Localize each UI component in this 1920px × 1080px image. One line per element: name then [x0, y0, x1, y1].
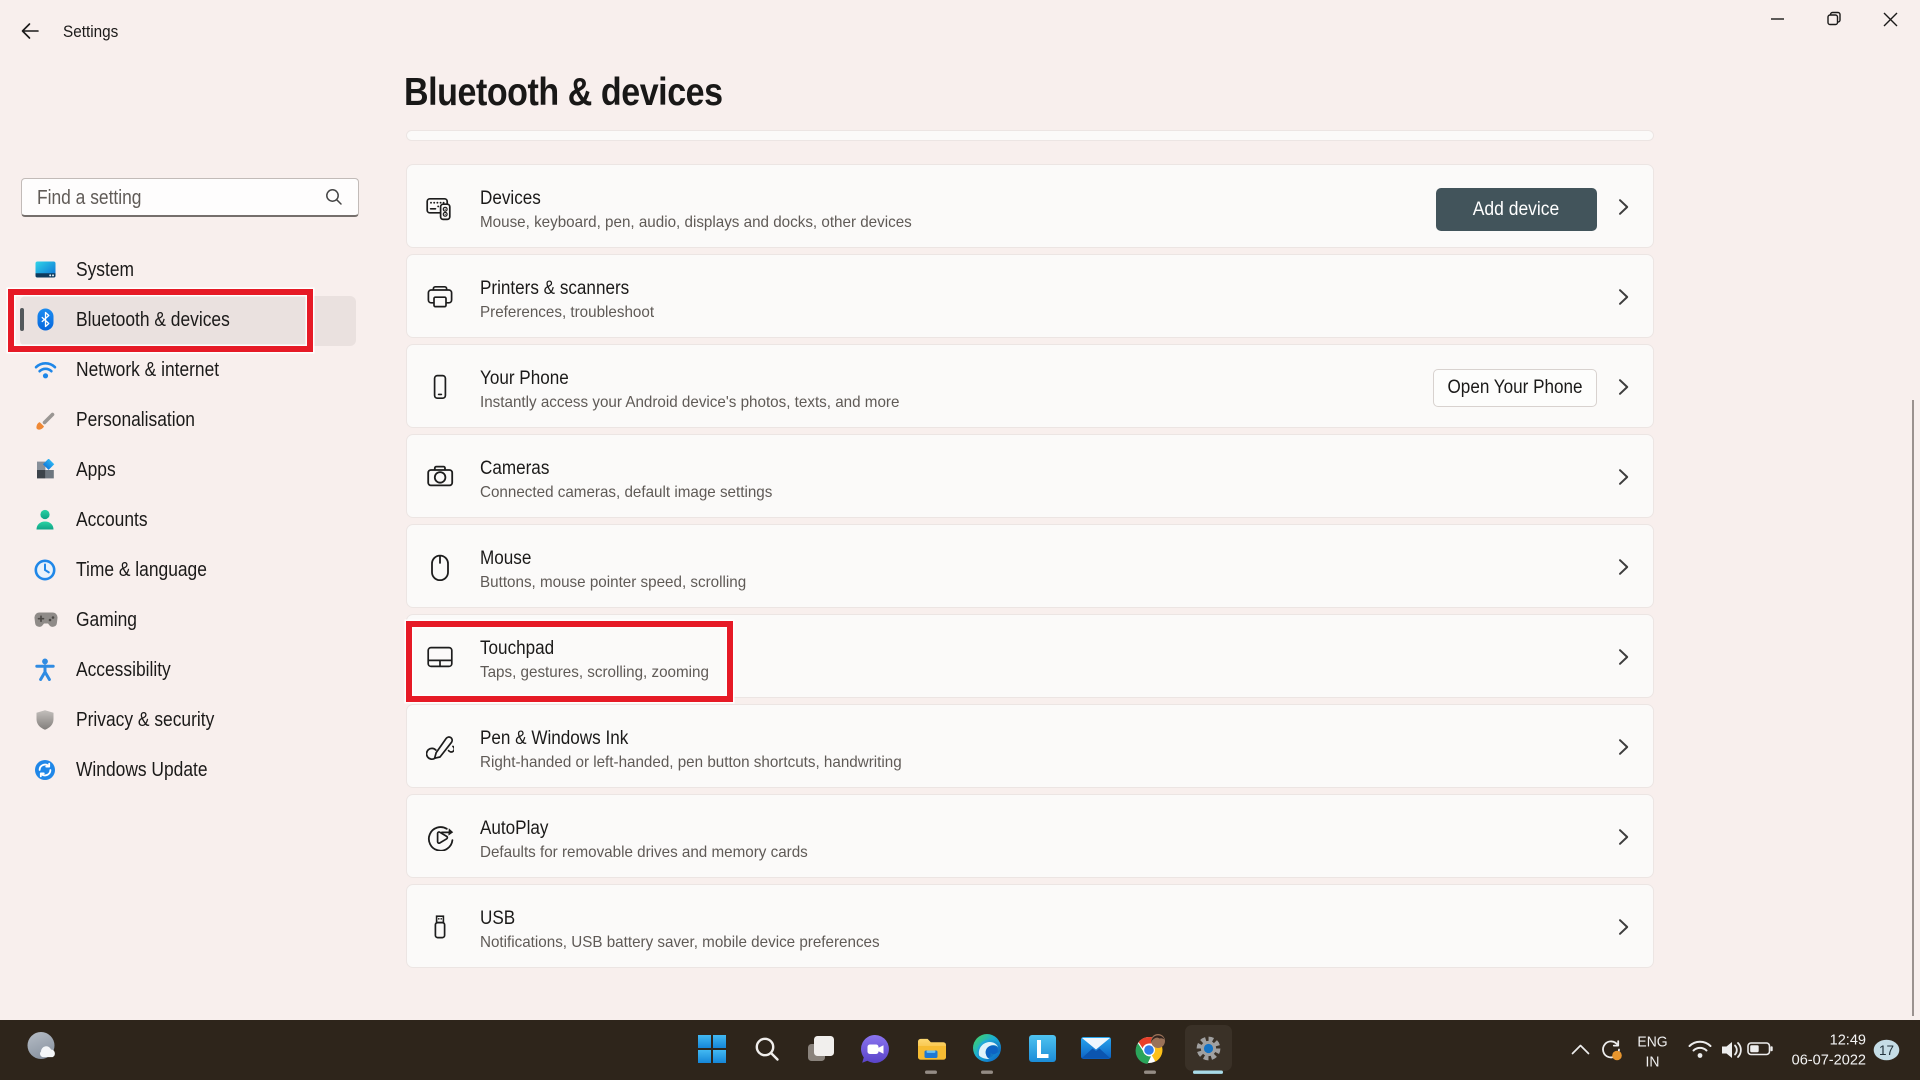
- svg-text:ENG: ENG: [1637, 1034, 1667, 1051]
- svg-text:IN: IN: [1646, 1054, 1660, 1071]
- svg-text:12:49: 12:49: [1830, 1032, 1866, 1048]
- svg-text:06-07-2022: 06-07-2022: [1792, 1052, 1866, 1068]
- svg-text:17: 17: [1879, 1043, 1894, 1058]
